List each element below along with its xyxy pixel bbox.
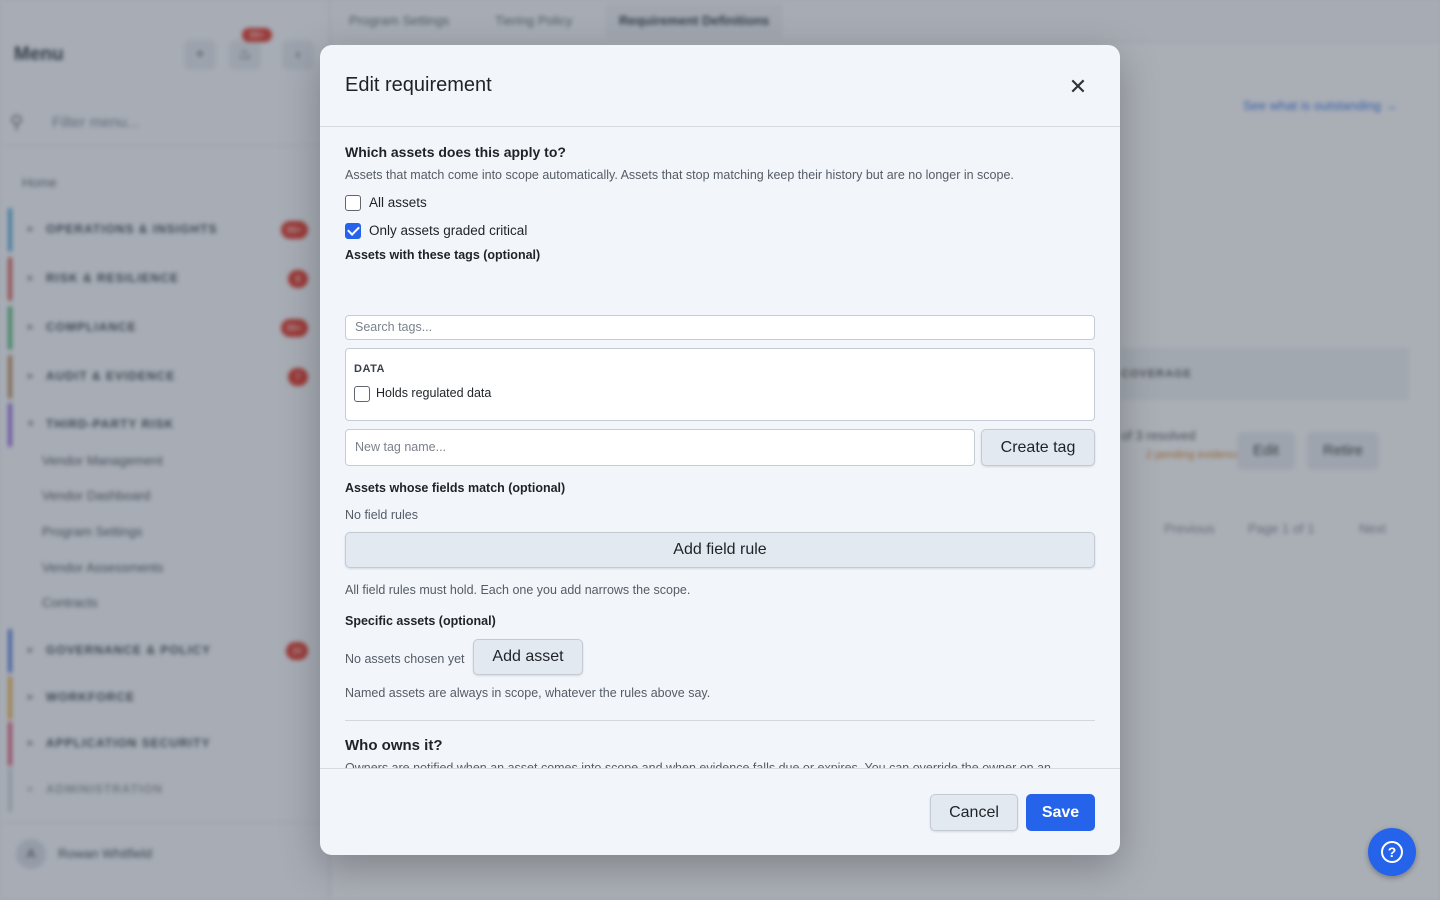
regulated-data-checkbox[interactable] (354, 386, 370, 402)
regulated-data-label: Holds regulated data (376, 386, 492, 400)
tags-heading: Assets with these tags (optional) (345, 248, 541, 262)
close-icon[interactable]: ✕ (1065, 75, 1091, 101)
no-assets-text: No assets chosen yet (345, 652, 465, 666)
modal-title: Edit requirement (345, 74, 492, 96)
create-tag-button[interactable]: Create tag (981, 429, 1095, 466)
help-button[interactable]: ? (1368, 828, 1416, 876)
question-mark-icon: ? (1381, 841, 1403, 863)
critical-assets-option[interactable]: Only assets graded critical (345, 221, 645, 241)
specific-assets-heading: Specific assets (optional) (345, 614, 496, 628)
specific-assets-note: Named assets are always in scope, whatev… (345, 686, 711, 700)
tag-option-regulated-data[interactable]: Holds regulated data (354, 385, 654, 405)
tag-group-label: DATA (354, 363, 385, 375)
owner-description: Owners are notified when an asset comes … (345, 761, 1051, 768)
scope-heading: Which assets does this apply to? (345, 144, 566, 160)
new-tag-name-input[interactable]: New tag name... (345, 429, 975, 466)
edit-requirement-modal: Edit requirement ✕ Which assets does thi… (320, 45, 1120, 855)
cancel-button[interactable]: Cancel (930, 794, 1018, 831)
owner-heading: Who owns it? (345, 737, 443, 754)
critical-assets-checkbox[interactable] (345, 223, 361, 239)
modal-footer: Cancel Save (320, 768, 1120, 855)
no-field-rules-text: No field rules (345, 508, 418, 522)
all-assets-option[interactable]: All assets (345, 193, 645, 213)
scope-description: Assets that match come into scope automa… (345, 168, 1014, 182)
fields-heading: Assets whose fields match (optional) (345, 481, 566, 495)
add-field-rule-button[interactable]: Add field rule (345, 532, 1095, 568)
save-button[interactable]: Save (1026, 794, 1095, 831)
modal-header: Edit requirement ✕ (320, 45, 1120, 127)
tag-list: DATA Holds regulated data (345, 348, 1095, 421)
modal-body[interactable]: Which assets does this apply to? Assets … (320, 128, 1120, 768)
search-tags-input[interactable]: Search tags... (345, 315, 1095, 340)
all-assets-label: All assets (369, 195, 427, 210)
section-divider (345, 720, 1095, 721)
add-asset-button[interactable]: Add asset (473, 639, 583, 675)
all-assets-checkbox[interactable] (345, 195, 361, 211)
field-rules-note: All field rules must hold. Each one you … (345, 583, 691, 597)
critical-assets-label: Only assets graded critical (369, 223, 528, 238)
